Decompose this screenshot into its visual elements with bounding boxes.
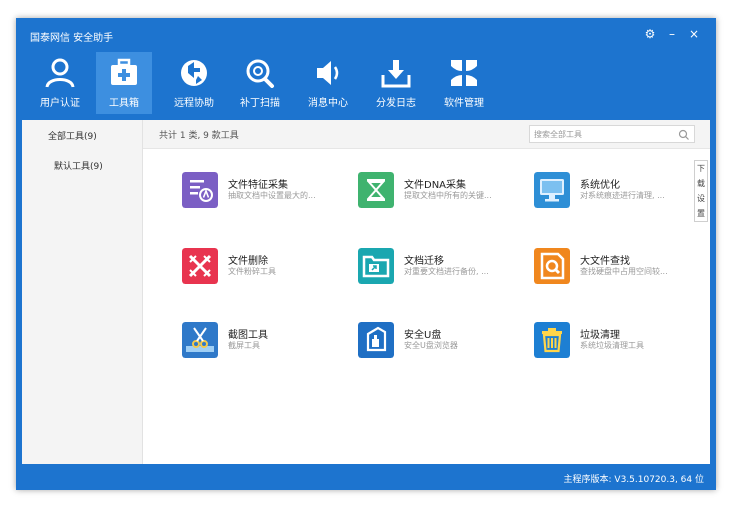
- tool-name: 文件特征采集: [228, 180, 288, 191]
- shred-icon: [182, 248, 218, 284]
- close-button[interactable]: ×: [686, 27, 702, 41]
- nav-patch-scan[interactable]: 补丁扫描: [232, 52, 288, 114]
- tool-screenshot[interactable]: 截图工具 截屏工具: [182, 320, 352, 364]
- content-panel: 全部工具(9) 默认工具(9) 共计 1 类, 9 款工具 下载设置: [22, 120, 710, 464]
- tool-desc: 安全U盘浏览器: [404, 341, 458, 350]
- title-bar: 国泰网信 安全助手 ⚙ – ×: [16, 18, 716, 50]
- tool-name: 文件删除: [228, 256, 268, 267]
- tool-junk-clean[interactable]: 垃圾清理 系统垃圾清理工具: [534, 320, 704, 364]
- speaker-icon: [317, 61, 339, 85]
- tool-name: 大文件查找: [580, 256, 630, 267]
- sidebar-item-all-tools[interactable]: 全部工具(9): [22, 124, 142, 150]
- sidebar-item-label: 全部工具(9): [48, 132, 97, 142]
- main-nav: 用户认证 工具箱 远程协助 补丁扫描 消息中心 分发日志 软件管理: [16, 52, 716, 114]
- tool-name: 文件DNA采集: [404, 180, 467, 191]
- tool-desc: 系统垃圾清理工具: [580, 341, 644, 350]
- user-icon: [45, 58, 75, 88]
- tool-name: 安全U盘: [404, 330, 442, 341]
- tools-toolbar: 共计 1 类, 9 款工具: [143, 120, 710, 149]
- tool-desc: 文件粉碎工具: [228, 267, 276, 276]
- nav-label: 软件管理: [444, 98, 484, 109]
- apps-icon: [451, 60, 477, 86]
- app-window: 国泰网信 安全助手 ⚙ – × 用户认证 工具箱 远程协助 补丁扫描 消息中心 …: [16, 18, 716, 490]
- trash-icon: [534, 322, 570, 358]
- tool-desc: 对系统痕迹进行清理, ...: [580, 191, 665, 200]
- nav-label: 工具箱: [109, 98, 139, 109]
- nav-label: 分发日志: [376, 98, 416, 109]
- tool-name: 垃圾清理: [580, 330, 620, 341]
- settings-icon[interactable]: ⚙: [642, 27, 658, 41]
- nav-label: 远程协助: [174, 98, 214, 109]
- status-bar: 主程序版本: V3.5.10720.3, 64 位: [16, 464, 716, 490]
- tool-desc: 查找硬盘中占用空间较...: [580, 267, 668, 276]
- minimize-button[interactable]: –: [664, 27, 680, 41]
- file-search-icon: [534, 248, 570, 284]
- remote-icon: [181, 60, 207, 86]
- tool-file-delete[interactable]: 文件删除 文件粉碎工具: [182, 246, 352, 290]
- scissors-icon: [182, 322, 218, 358]
- tool-file-feature[interactable]: 文件特征采集 抽取文档中设置最大的...: [182, 170, 352, 214]
- nav-toolbox[interactable]: 工具箱: [96, 52, 152, 114]
- tool-file-dna[interactable]: 文件DNA采集 提取文档中所有的关键...: [358, 170, 528, 214]
- search-box[interactable]: [529, 125, 695, 143]
- tool-system-optimize[interactable]: 系统优化 对系统痕迹进行清理, ...: [534, 170, 704, 214]
- nav-label: 用户认证: [40, 98, 80, 109]
- search-input[interactable]: [534, 128, 674, 140]
- folder-move-icon: [358, 248, 394, 284]
- tool-name: 截图工具: [228, 330, 268, 341]
- toolbox-icon: [111, 58, 137, 85]
- tool-desc: 抽取文档中设置最大的...: [228, 191, 316, 200]
- tool-desc: 截屏工具: [228, 341, 260, 350]
- patch-scan-icon: [246, 59, 274, 88]
- tool-secure-usb[interactable]: 安全U盘 安全U盘浏览器: [358, 320, 528, 364]
- nav-dist-log[interactable]: 分发日志: [368, 52, 424, 114]
- tool-desc: 对重要文档进行备份, ...: [404, 267, 489, 276]
- search-icon[interactable]: [678, 129, 690, 141]
- sidebar: 全部工具(9) 默认工具(9): [22, 120, 143, 464]
- monitor-icon: [534, 172, 570, 208]
- nav-remote-assist[interactable]: 远程协助: [166, 52, 222, 114]
- sidebar-item-default-tools[interactable]: 默认工具(9): [22, 154, 142, 180]
- usb-drive-icon: [358, 322, 394, 358]
- tool-name: 文档迁移: [404, 256, 444, 267]
- download-tray-icon: [381, 60, 411, 88]
- sidebar-item-label: 默认工具(9): [54, 162, 103, 172]
- version-label: 主程序版本: V3.5.10720.3, 64 位: [563, 475, 704, 485]
- tool-count-summary: 共计 1 类, 9 款工具: [159, 131, 239, 141]
- tool-desc: 提取文档中所有的关键...: [404, 191, 492, 200]
- nav-user-auth[interactable]: 用户认证: [32, 52, 88, 114]
- app-title: 国泰网信 安全助手: [30, 33, 114, 44]
- nav-software-mgmt[interactable]: 软件管理: [436, 52, 492, 114]
- tool-big-file-search[interactable]: 大文件查找 查找硬盘中占用空间较...: [534, 246, 704, 290]
- file-feature-icon: [182, 172, 218, 208]
- nav-label: 补丁扫描: [240, 98, 280, 109]
- nav-label: 消息中心: [308, 98, 348, 109]
- hourglass-icon: [358, 172, 394, 208]
- tool-name: 系统优化: [580, 180, 620, 191]
- tool-doc-migrate[interactable]: 文档迁移 对重要文档进行备份, ...: [358, 246, 528, 290]
- nav-message-center[interactable]: 消息中心: [300, 52, 356, 114]
